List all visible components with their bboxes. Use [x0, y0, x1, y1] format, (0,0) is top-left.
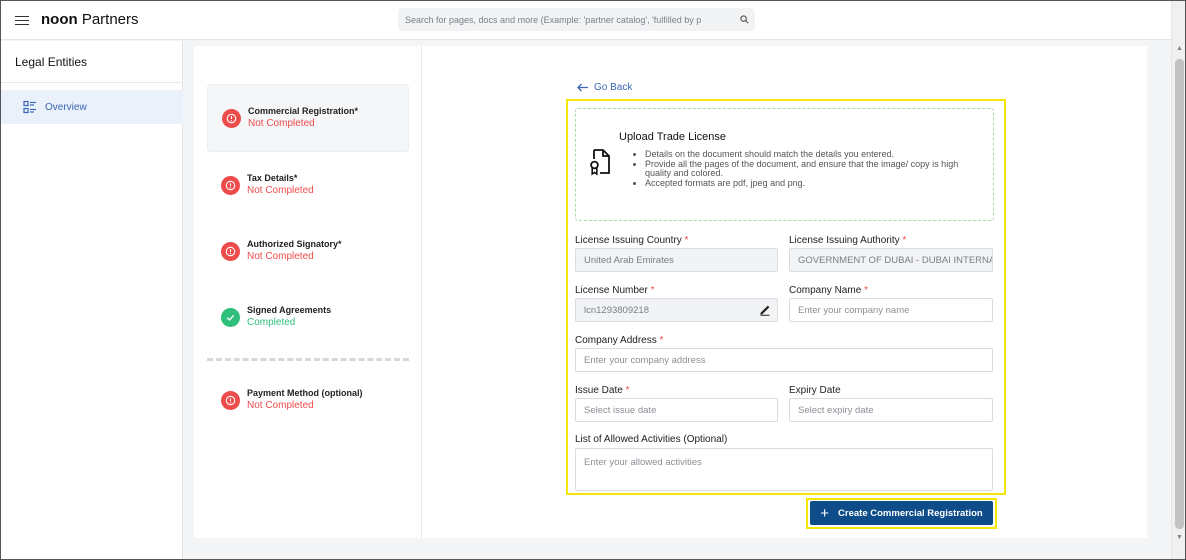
- step-status: Not Completed: [247, 400, 314, 411]
- issue-date-label: Issue Date *: [575, 385, 630, 396]
- expiry-date-input[interactable]: Select expiry date: [789, 398, 993, 422]
- company-address-label: Company Address *: [575, 335, 664, 346]
- submit-label: Create Commercial Registration: [838, 507, 983, 519]
- app-window: noon Partners Search for pages, docs and…: [0, 0, 1186, 560]
- step-name: Authorized Signatory*: [247, 239, 342, 249]
- top-header: noon Partners Search for pages, docs and…: [1, 1, 1171, 40]
- step-status: Not Completed: [247, 251, 314, 262]
- scrollbar-thumb[interactable]: [1175, 59, 1184, 529]
- brand-logo[interactable]: noon Partners: [41, 11, 139, 28]
- check-icon: [221, 307, 240, 327]
- page-scrollbar[interactable]: ▲ ▼: [1171, 1, 1185, 559]
- create-commercial-registration-button[interactable]: + Create Commercial Registration: [810, 501, 993, 525]
- plus-icon: +: [820, 504, 830, 522]
- scroll-down-icon[interactable]: ▼: [1176, 534, 1183, 541]
- instruction-item: Accepted formats are pdf, jpeg and png.: [645, 178, 975, 189]
- license-authority-field[interactable]: GOVERNMENT OF DUBAI - DUBAI INTERNA: [789, 248, 993, 272]
- license-number-label: License Number *: [575, 285, 655, 296]
- alert-icon: [222, 108, 241, 128]
- step-name: Commercial Registration*: [248, 106, 359, 116]
- license-number-field[interactable]: lcn1293809218: [575, 298, 778, 322]
- step-name: Signed Agreements: [247, 305, 332, 315]
- arrow-left-icon: [577, 83, 588, 92]
- license-country-field[interactable]: United Arab Emirates: [575, 248, 778, 272]
- step-payment-method[interactable]: Payment Method (optional) Not Completed: [207, 366, 409, 434]
- sidebar-item-overview[interactable]: Overview: [1, 90, 183, 124]
- activities-textarea[interactable]: Enter your allowed activities: [575, 448, 993, 491]
- search-icon[interactable]: [733, 15, 755, 24]
- license-number-value: lcn1293809218: [584, 304, 649, 316]
- upload-trade-license-dropzone[interactable]: Upload Trade License Details on the docu…: [575, 108, 994, 221]
- scroll-up-icon[interactable]: ▲: [1176, 45, 1183, 52]
- search-bar[interactable]: Search for pages, docs and more (Example…: [398, 8, 755, 31]
- expiry-date-label: Expiry Date: [789, 385, 841, 396]
- step-status: Completed: [247, 317, 296, 328]
- upload-instructions: Details on the document should match the…: [645, 149, 975, 189]
- step-commercial-registration[interactable]: Commercial Registration* Not Completed: [207, 84, 409, 152]
- main-panel: Commercial Registration* Not Completed Ta…: [194, 46, 1147, 538]
- license-authority-label: License Issuing Authority *: [789, 235, 907, 246]
- alert-icon: [221, 390, 240, 410]
- step-status: Not Completed: [248, 118, 315, 129]
- list-icon: [23, 100, 36, 114]
- company-name-input[interactable]: Enter your company name: [789, 298, 993, 322]
- search-input[interactable]: Search for pages, docs and more (Example…: [405, 15, 733, 25]
- go-back-link[interactable]: Go Back: [577, 82, 632, 93]
- edit-pencil-icon[interactable]: [759, 304, 771, 316]
- steps-divider: [207, 358, 409, 361]
- menu-icon[interactable]: [15, 13, 29, 27]
- sidebar-divider: [1, 82, 183, 83]
- sidebar: Legal Entities Overview: [1, 41, 183, 559]
- step-name: Payment Method (optional): [247, 388, 363, 398]
- go-back-label: Go Back: [594, 82, 633, 93]
- alert-icon: [221, 175, 240, 195]
- sidebar-title: Legal Entities: [15, 55, 88, 69]
- company-name-label: Company Name *: [789, 285, 868, 296]
- step-signed-agreements[interactable]: Signed Agreements Completed: [207, 283, 409, 351]
- company-address-input[interactable]: Enter your company address: [575, 348, 993, 372]
- alert-icon: [221, 241, 240, 261]
- step-tax-details[interactable]: Tax Details* Not Completed: [207, 151, 409, 219]
- step-authorized-signatory[interactable]: Authorized Signatory* Not Completed: [207, 217, 409, 285]
- activities-label: List of Allowed Activities (Optional): [575, 434, 728, 445]
- instruction-item: Provide all the pages of the document, a…: [645, 159, 975, 179]
- document-certificate-icon: [590, 149, 610, 176]
- step-status: Not Completed: [247, 185, 314, 196]
- step-name: Tax Details*: [247, 173, 298, 183]
- steps-list: Commercial Registration* Not Completed Ta…: [194, 46, 422, 538]
- upload-title: Upload Trade License: [619, 131, 727, 143]
- license-country-label: License Issuing Country *: [575, 235, 689, 246]
- sidebar-item-label: Overview: [45, 101, 87, 113]
- issue-date-input[interactable]: Select issue date: [575, 398, 778, 422]
